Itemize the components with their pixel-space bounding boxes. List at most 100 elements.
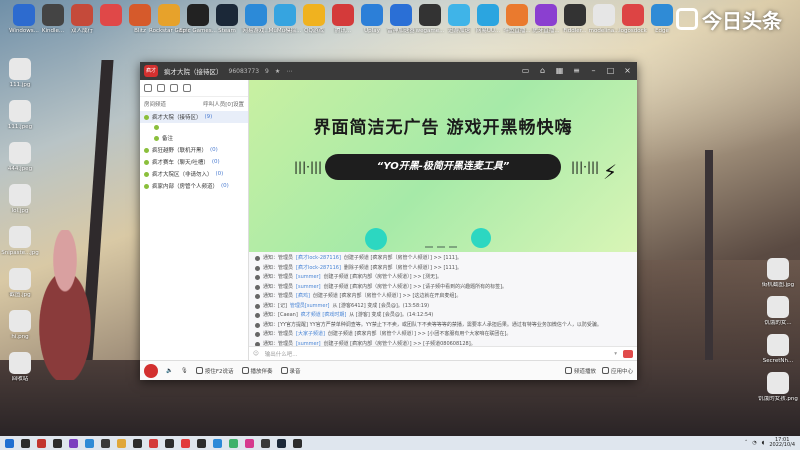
app-icon xyxy=(216,4,238,26)
bottombar-right: 频道播放 应用中心 xyxy=(564,367,633,375)
channel-count: (0) xyxy=(221,183,229,189)
watermark-logo: 今日头条 xyxy=(676,4,800,34)
desktop-file-icon[interactable]: 街机截图.jpg xyxy=(758,258,798,288)
channel-item[interactable]: 疯才大院（接待区） (9) xyxy=(140,111,248,123)
desktop-file-icon[interactable]: SecretNh... xyxy=(758,334,798,364)
channel-item[interactable]: 疯家内部（房管个人频道） (0) xyxy=(140,180,248,192)
home-icon[interactable]: ⌂ xyxy=(537,65,548,76)
desktop-file-icon[interactable]: 111.jpg xyxy=(0,58,40,88)
taskbar-app-icon[interactable] xyxy=(181,438,190,448)
channel-item[interactable] xyxy=(140,123,248,132)
desktop-file-icon[interactable]: Snipaste...jpg xyxy=(0,226,40,256)
send-button[interactable] xyxy=(623,349,633,358)
app-icon xyxy=(71,4,93,26)
taskbar-app-icon[interactable] xyxy=(85,438,94,448)
user-nick[interactable]: [summer] xyxy=(296,273,321,283)
channel-item[interactable]: 疯才赛车（聊天/吐槽） (0) xyxy=(140,156,248,168)
menu-icon[interactable]: ≡ xyxy=(571,65,582,76)
channel-item[interactable]: 疯狂越野（联机开黑） (0) xyxy=(140,144,248,156)
channel-list-icon[interactable] xyxy=(144,84,152,92)
system-tray: ˄ ◔ ◖ 17:01 2022/10/4 xyxy=(745,437,795,449)
member-icon[interactable] xyxy=(157,84,165,92)
taskbar-app-icon[interactable] xyxy=(101,438,110,448)
keyboard-icon xyxy=(195,367,203,374)
record-button[interactable]: 录音 xyxy=(280,367,301,375)
channel-item[interactable]: 备注 xyxy=(140,132,248,144)
channel-play-button[interactable]: 频道播放 xyxy=(564,367,596,375)
file-icon xyxy=(9,184,31,206)
channel-sidebar: 房间频道 呼叫人员[0]设置 疯才大院（接待区） (9) 备注 疯狂越野（联机开黑）(… xyxy=(140,80,249,360)
banner-pager[interactable] xyxy=(425,246,457,248)
taskbar-app-icon[interactable] xyxy=(197,438,206,448)
clock[interactable]: 17:01 2022/10/4 xyxy=(769,437,795,449)
desktop-file-icon[interactable]: 回收站 xyxy=(0,352,40,382)
grid-icon[interactable]: ▦ xyxy=(554,65,565,76)
taskbar-app-icon[interactable] xyxy=(117,438,126,448)
taskbar-app-icon[interactable] xyxy=(133,438,142,448)
taskbar-app-icon[interactable] xyxy=(53,438,62,448)
room-id: 96083773 xyxy=(228,67,260,75)
mic-icon[interactable]: 🎙 xyxy=(181,368,188,374)
taskbar-app-icon[interactable] xyxy=(213,438,222,448)
more-icon[interactable]: ⋯ xyxy=(286,68,292,75)
taskbar-app-icon[interactable] xyxy=(21,438,30,448)
desktop-file-icon[interactable]: 饥饿的女孩.png xyxy=(758,372,798,402)
favorite-icon[interactable]: ★ xyxy=(275,68,280,75)
taskbar-app-icon[interactable] xyxy=(37,438,46,448)
close-icon[interactable]: × xyxy=(622,65,633,76)
user-nick[interactable]: [疯才lock-287116] xyxy=(296,264,341,274)
chat-input[interactable]: 输出什么吧... xyxy=(265,350,609,358)
desktop-file-icon[interactable]: 饥饿的女... xyxy=(758,296,798,326)
start-icon[interactable] xyxy=(5,438,14,448)
user-nick[interactable]: [大家子频道] xyxy=(296,330,325,340)
emoji-icon[interactable]: ☺ xyxy=(253,351,259,357)
taskbar-app-icon[interactable] xyxy=(277,438,286,448)
wallpaper-utility-pole xyxy=(705,150,713,390)
tray-chevron-icon[interactable]: ˄ xyxy=(745,440,748,446)
maximize-icon[interactable]: □ xyxy=(605,65,616,76)
taskbar-app-icon[interactable] xyxy=(229,438,238,448)
file-icon xyxy=(767,258,789,280)
sidebar-header-right[interactable]: 呼叫人员[0]设置 xyxy=(203,100,244,108)
user-nick[interactable]: 疯才频道 [疯戏时期] xyxy=(301,311,347,321)
channel-item[interactable]: 疯才大院区（非请勿入） (0) xyxy=(140,168,248,180)
taskbar-app-icon[interactable] xyxy=(293,438,302,448)
chat-message: 通知：管理员 [summer] 创建子频道 [疯家内部（房管个人频道）] >> [测… xyxy=(255,273,631,283)
taskbar-app-icon[interactable] xyxy=(261,438,270,448)
sidebar-header-left[interactable]: 房间频道 xyxy=(144,100,166,108)
promo-banner[interactable]: 界面简洁无广告 游戏开黑畅快嗨 |||·||| “YO开黑-极简开黑连麦工具” … xyxy=(249,80,637,252)
network-icon[interactable]: ◔ xyxy=(752,440,756,446)
desktop-file-icon[interactable]: 444.jpeg xyxy=(0,142,40,172)
desktop-file-icon[interactable]: 截图.jpg xyxy=(0,268,40,298)
window-titlebar[interactable]: 疯才 疯才大院（接待区） 96083773 9 ★ ⋯ ▭ ⌂ ▦ ≡ – □ … xyxy=(140,62,637,80)
push-to-talk-button[interactable]: 按住F2说话 xyxy=(195,367,234,375)
taskbar-app-icon[interactable] xyxy=(69,438,78,448)
app-icon xyxy=(651,4,673,26)
minimize-icon[interactable]: – xyxy=(588,65,599,76)
sidebar-header: 房间频道 呼叫人员[0]设置 xyxy=(140,97,248,111)
app-center-button[interactable]: 应用中心 xyxy=(601,367,633,375)
search-icon[interactable] xyxy=(170,84,178,92)
avatar[interactable] xyxy=(144,363,158,378)
user-nick[interactable]: [summer] xyxy=(296,283,321,293)
desktop-file-icon[interactable]: lol.jpg xyxy=(0,184,40,214)
file-icon xyxy=(767,296,789,318)
app-icon xyxy=(448,4,470,26)
desktop-file-icon[interactable]: 111.jpeg xyxy=(0,100,40,130)
taskbar-app-icon[interactable] xyxy=(245,438,254,448)
user-nick[interactable]: 管理员[summer] xyxy=(290,302,330,312)
desktop-file-icon[interactable]: hi.png xyxy=(0,310,40,340)
play-accompaniment-button[interactable]: 播放伴奏 xyxy=(241,367,273,375)
taskbar-app-icon[interactable] xyxy=(165,438,174,448)
settings-icon[interactable] xyxy=(183,84,191,92)
user-nick[interactable]: [疯鸡] xyxy=(296,292,310,302)
volume-icon[interactable]: ◖ xyxy=(762,440,765,446)
taskbar-app-icon[interactable] xyxy=(149,438,158,448)
music-icon xyxy=(241,367,249,374)
record-icon xyxy=(280,367,288,374)
send-options-icon[interactable]: ▾ xyxy=(614,351,617,357)
speaker-icon[interactable]: 🔈 xyxy=(166,368,173,374)
user-nick[interactable]: [疯才lock-287116] xyxy=(296,254,341,264)
video-icon[interactable]: ▭ xyxy=(520,65,531,76)
app-icon xyxy=(158,4,180,26)
